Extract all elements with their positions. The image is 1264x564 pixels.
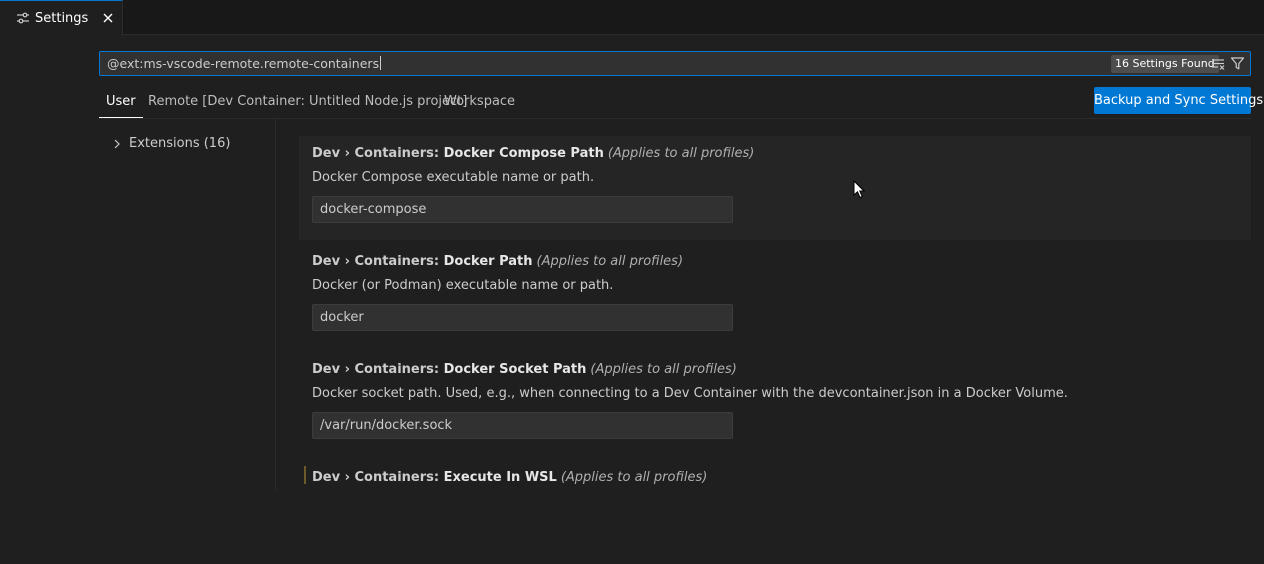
toc-divider bbox=[275, 119, 276, 491]
setting-docker-path: Dev › Containers: Docker Path (Applies to… bbox=[299, 244, 1251, 348]
setting-title: Dev › Containers: Docker Compose Path (Ap… bbox=[312, 146, 754, 161]
mouse-cursor-icon bbox=[853, 180, 865, 199]
tab-label: Settings bbox=[35, 11, 89, 26]
backup-and-sync-button[interactable]: Backup and Sync Settings bbox=[1094, 87, 1263, 114]
setting-category: Dev › Containers: bbox=[312, 470, 444, 485]
setting-scope: (Applies to all profiles) bbox=[560, 470, 708, 485]
setting-description: Docker (or Podman) executable name or pa… bbox=[312, 278, 614, 293]
setting-category: Dev › Containers: bbox=[312, 146, 444, 161]
setting-scope: (Applies to all profiles) bbox=[590, 362, 737, 377]
close-icon[interactable] bbox=[101, 11, 115, 25]
tab-user[interactable]: User bbox=[99, 88, 143, 118]
toc-item-label: Extensions (16) bbox=[129, 136, 231, 151]
setting-description: Docker socket path. Used, e.g., when con… bbox=[312, 386, 1068, 401]
settings-search-input[interactable]: @ext:ms-vscode-remote.remote-containers … bbox=[99, 51, 1251, 76]
tab-workspace[interactable]: Workspace bbox=[444, 88, 515, 118]
header-divider bbox=[99, 118, 1251, 119]
setting-title: Dev › Containers: Docker Path (Applies to… bbox=[312, 254, 683, 269]
tab-settings[interactable]: Settings bbox=[0, 0, 123, 36]
docker-socket-path-input[interactable]: /var/run/docker.sock bbox=[312, 412, 733, 439]
chevron-right-icon bbox=[114, 139, 120, 148]
settings-count-badge: 16 Settings Found bbox=[1111, 55, 1219, 73]
editor-tab-bar: Settings bbox=[0, 0, 1264, 36]
filter-icon[interactable] bbox=[1230, 56, 1245, 71]
setting-category: Dev › Containers: bbox=[312, 254, 444, 269]
setting-name: Docker Path bbox=[443, 254, 533, 269]
settings-sliders-icon bbox=[17, 12, 29, 24]
setting-execute-in-wsl: Dev › Containers: Execute In WSL (Applies… bbox=[299, 460, 1251, 564]
toc-item-extensions[interactable]: Extensions (16) bbox=[111, 136, 230, 151]
docker-compose-path-input[interactable]: docker-compose bbox=[312, 196, 733, 223]
search-query: @ext:ms-vscode-remote.remote-containers bbox=[107, 56, 380, 71]
setting-category: Dev › Containers: bbox=[312, 362, 444, 377]
setting-title: Dev › Containers: Execute In WSL (Applies… bbox=[312, 470, 707, 485]
tab-remote[interactable]: Remote [Dev Container: Untitled Node.js … bbox=[148, 88, 467, 118]
setting-title: Dev › Containers: Docker Socket Path (App… bbox=[312, 362, 737, 377]
text-caret bbox=[380, 56, 382, 70]
setting-scope: (Applies to all profiles) bbox=[536, 254, 684, 269]
modified-indicator bbox=[304, 466, 306, 484]
setting-name: Docker Socket Path bbox=[443, 362, 587, 377]
setting-description: Docker Compose executable name or path. bbox=[312, 170, 595, 185]
setting-name: Execute In WSL bbox=[443, 470, 557, 485]
setting-docker-socket-path: Dev › Containers: Docker Socket Path (App… bbox=[299, 352, 1251, 456]
setting-scope: (Applies to all profiles) bbox=[607, 146, 755, 161]
setting-name: Docker Compose Path bbox=[443, 146, 604, 161]
clear-filter-icon[interactable] bbox=[1211, 57, 1225, 71]
setting-docker-compose-path: Dev › Containers: Docker Compose Path (Ap… bbox=[299, 136, 1251, 240]
docker-path-input[interactable]: docker bbox=[312, 304, 733, 331]
